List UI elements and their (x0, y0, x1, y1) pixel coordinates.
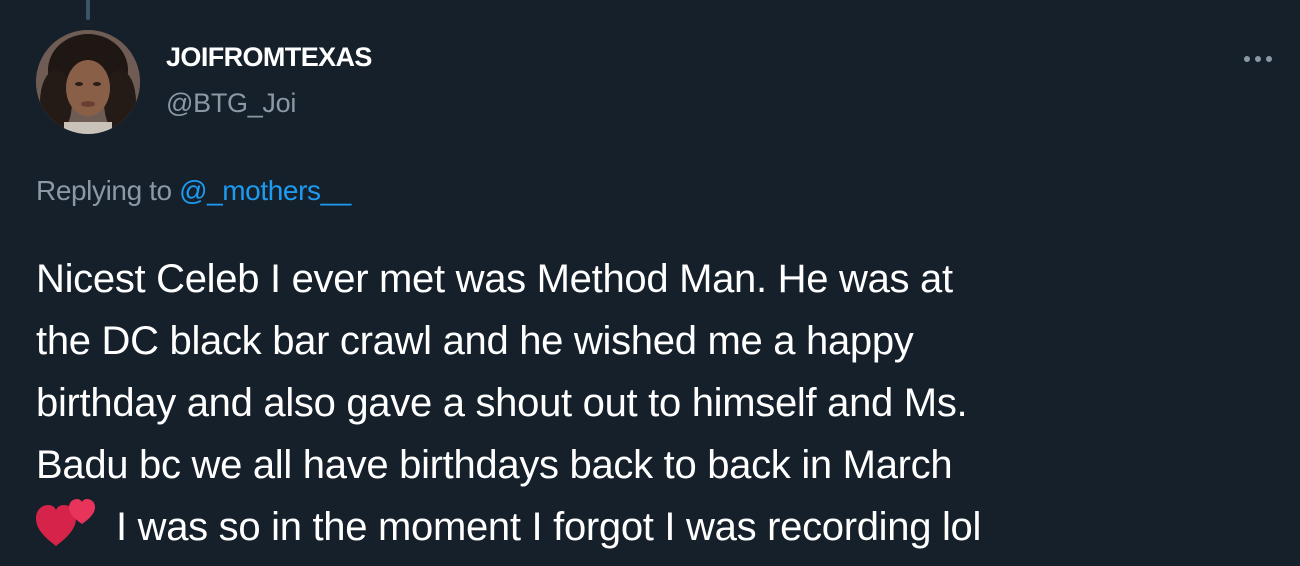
author-handle[interactable]: @BTG_Joi (166, 88, 296, 119)
author-avatar[interactable] (36, 30, 140, 134)
tweet-line: Badu bc we all have birthdays back to ba… (36, 443, 953, 487)
author-display-name[interactable]: JOIFROMTEXAS (166, 42, 372, 73)
tweet-text: Nicest Celeb I ever met was Method Man. … (36, 248, 1276, 566)
two-hearts-icon (36, 496, 100, 566)
tweet-line: the DC black bar crawl and he wished me … (36, 319, 914, 363)
replying-to: Replying to @_mothers__ (36, 175, 351, 207)
more-options-button[interactable] (1240, 44, 1276, 74)
reply-mention-link[interactable]: @_mothers__ (179, 175, 351, 206)
tweet-line: birthday and also gave a shout out to hi… (36, 381, 968, 425)
replying-to-label: Replying to (36, 175, 180, 206)
tweet-line: Nicest Celeb I ever met was Method Man. … (36, 257, 953, 301)
tweet-last-line-text: I was so in the moment I forgot I was re… (116, 505, 982, 549)
thread-connector-line (86, 0, 90, 20)
more-horizontal-icon (1244, 56, 1272, 62)
tweet-line-last: I was so in the moment I forgot I was re… (36, 496, 1276, 566)
user-avatar-image (36, 30, 140, 134)
